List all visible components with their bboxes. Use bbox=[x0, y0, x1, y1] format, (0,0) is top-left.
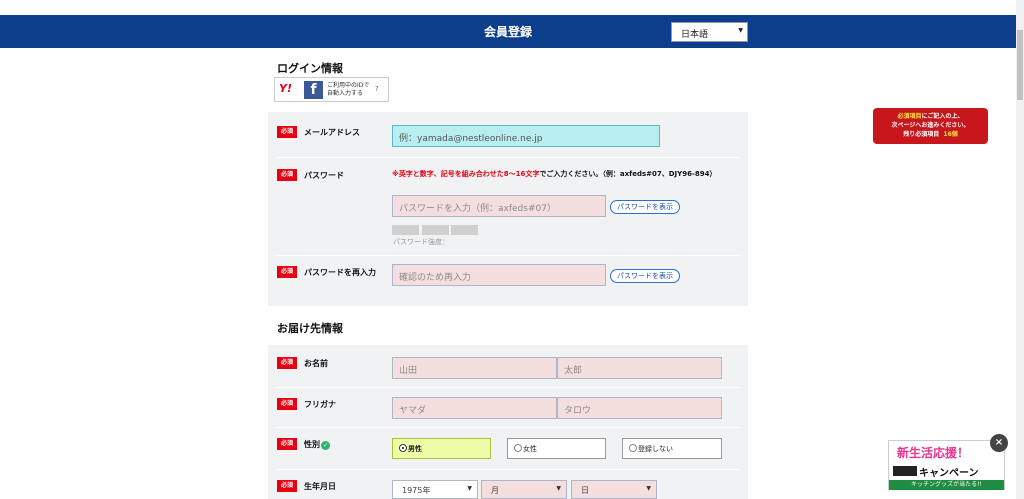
password-note-red: ※英字と数字、記号を組み合わせた8〜16文字 bbox=[392, 170, 540, 178]
password-strength-label: パスワード強度： bbox=[393, 238, 449, 246]
divider bbox=[276, 427, 740, 428]
required-badge: 必須 bbox=[277, 126, 297, 138]
gender-label: 性別 ✓ bbox=[304, 439, 330, 450]
yahoo-icon: Y! bbox=[279, 82, 292, 95]
caret-down-icon: ▼ bbox=[556, 485, 561, 492]
required-badge: 必須 bbox=[277, 438, 297, 450]
social-text: ご利用中のIDで 自動入力する bbox=[327, 82, 369, 98]
radio-icon bbox=[399, 444, 407, 452]
furigana-label: フリガナ bbox=[304, 400, 336, 409]
password-note: ※英字と数字、記号を組み合わせた8〜16文字でご入力ください。（例：axfeds… bbox=[392, 169, 732, 180]
birthdate-label: 生年月日 bbox=[304, 482, 336, 491]
help-icon[interactable]: ? bbox=[375, 85, 379, 93]
notice-highlight: 必須項目 bbox=[897, 113, 922, 120]
caret-down-icon: ▼ bbox=[467, 485, 472, 492]
email-input[interactable]: 例：yamada@nestleonline.ne.jp bbox=[392, 125, 660, 147]
show-password-button[interactable]: パスワードを表示 bbox=[610, 200, 680, 214]
required-badge: 必須 bbox=[277, 169, 297, 181]
gender-option-female[interactable]: 女性 bbox=[507, 438, 606, 459]
password-confirm-label: パスワードを再入力 bbox=[304, 268, 376, 277]
radio-icon bbox=[514, 444, 522, 452]
password-note-rest: でご入力ください。（例：axfeds#07、DJY96-894） bbox=[539, 170, 717, 178]
divider bbox=[276, 255, 740, 256]
social-text-line2: 自動入力する bbox=[327, 90, 364, 97]
delivery-heading: お届け先情報 bbox=[277, 322, 343, 335]
brand-logo bbox=[893, 466, 917, 476]
scrollbar-thumb[interactable] bbox=[1017, 30, 1023, 100]
required-badge: 必須 bbox=[277, 480, 297, 492]
campaign-banner[interactable]: 新生活応援！ キャンペーン キッチングッズが当たる!! bbox=[888, 440, 1005, 490]
strength-bar bbox=[451, 225, 478, 235]
required-badge: 必須 bbox=[277, 398, 297, 410]
required-badge: 必須 bbox=[277, 357, 297, 369]
language-value: 日本語 bbox=[681, 30, 709, 40]
birth-month-value: 月 bbox=[491, 486, 499, 495]
social-text-line1: ご利用中のIDで bbox=[327, 82, 370, 89]
gender-label-text: 性別 bbox=[304, 440, 320, 449]
password-confirm-input[interactable]: 確認のため再入力 bbox=[392, 264, 606, 286]
banner-title: 新生活応援！ bbox=[897, 446, 970, 460]
divider bbox=[276, 387, 740, 388]
email-label: メールアドレス bbox=[304, 128, 360, 137]
password-input[interactable]: パスワードを入力（例：axfeds#07） bbox=[392, 195, 606, 217]
social-autofill-button[interactable]: Y! f ご利用中のIDで 自動入力する ? bbox=[274, 77, 389, 102]
scrollbar[interactable] bbox=[1016, 0, 1024, 499]
notice-line1: にご記入の上、 bbox=[921, 113, 964, 120]
notice-line2: 次ページへお進みください。 bbox=[891, 122, 970, 129]
gender-option-male[interactable]: 男性 bbox=[392, 438, 491, 459]
caret-down-icon: ▼ bbox=[646, 485, 651, 492]
check-icon: ✓ bbox=[321, 441, 330, 450]
strength-bar bbox=[422, 225, 449, 235]
required-notice: 必須項目にご記入の上、 次ページへお進みください。 残り必須項目 16個 bbox=[873, 108, 988, 144]
caret-down-icon: ▼ bbox=[738, 27, 743, 34]
password-label: パスワード bbox=[304, 171, 344, 180]
show-password-confirm-button[interactable]: パスワードを表示 bbox=[610, 269, 680, 283]
header-bar: 会員登録 日本語 ▼ bbox=[0, 15, 1016, 48]
gender-option-label: 登録しない bbox=[638, 445, 673, 453]
birth-day-value: 日 bbox=[581, 486, 589, 495]
close-icon[interactable]: × bbox=[990, 434, 1008, 452]
language-select[interactable]: 日本語 ▼ bbox=[671, 22, 748, 42]
name-label: お名前 bbox=[304, 359, 328, 368]
banner-subtitle: キャンペーン bbox=[919, 468, 979, 479]
first-name-kana-input[interactable]: タロウ bbox=[557, 397, 722, 419]
first-name-input[interactable]: 太郎 bbox=[557, 357, 722, 379]
gender-option-label: 女性 bbox=[523, 445, 537, 453]
banner-footer: キッチングッズが当たる!! bbox=[889, 480, 1004, 490]
required-badge: 必須 bbox=[277, 266, 297, 278]
notice-line3: 残り必須項目 bbox=[903, 131, 940, 138]
last-name-kana-input[interactable]: ヤマダ bbox=[392, 397, 557, 419]
notice-remaining-count: 16個 bbox=[943, 131, 958, 138]
birth-day-select[interactable]: 日 ▼ bbox=[571, 480, 657, 499]
birth-month-select[interactable]: 月 ▼ bbox=[481, 480, 567, 499]
login-heading: ログイン情報 bbox=[277, 62, 343, 75]
facebook-icon: f bbox=[304, 81, 323, 99]
divider bbox=[276, 157, 740, 158]
strength-bar bbox=[392, 225, 419, 235]
birth-year-value: 1975年 bbox=[402, 486, 431, 495]
divider bbox=[276, 469, 740, 470]
gender-option-label: 男性 bbox=[408, 445, 422, 453]
page-title: 会員登録 bbox=[483, 25, 532, 39]
gender-option-none[interactable]: 登録しない bbox=[622, 438, 722, 459]
birth-year-select[interactable]: 1975年 ▼ bbox=[392, 480, 478, 499]
last-name-input[interactable]: 山田 bbox=[392, 357, 557, 379]
radio-icon bbox=[629, 444, 637, 452]
